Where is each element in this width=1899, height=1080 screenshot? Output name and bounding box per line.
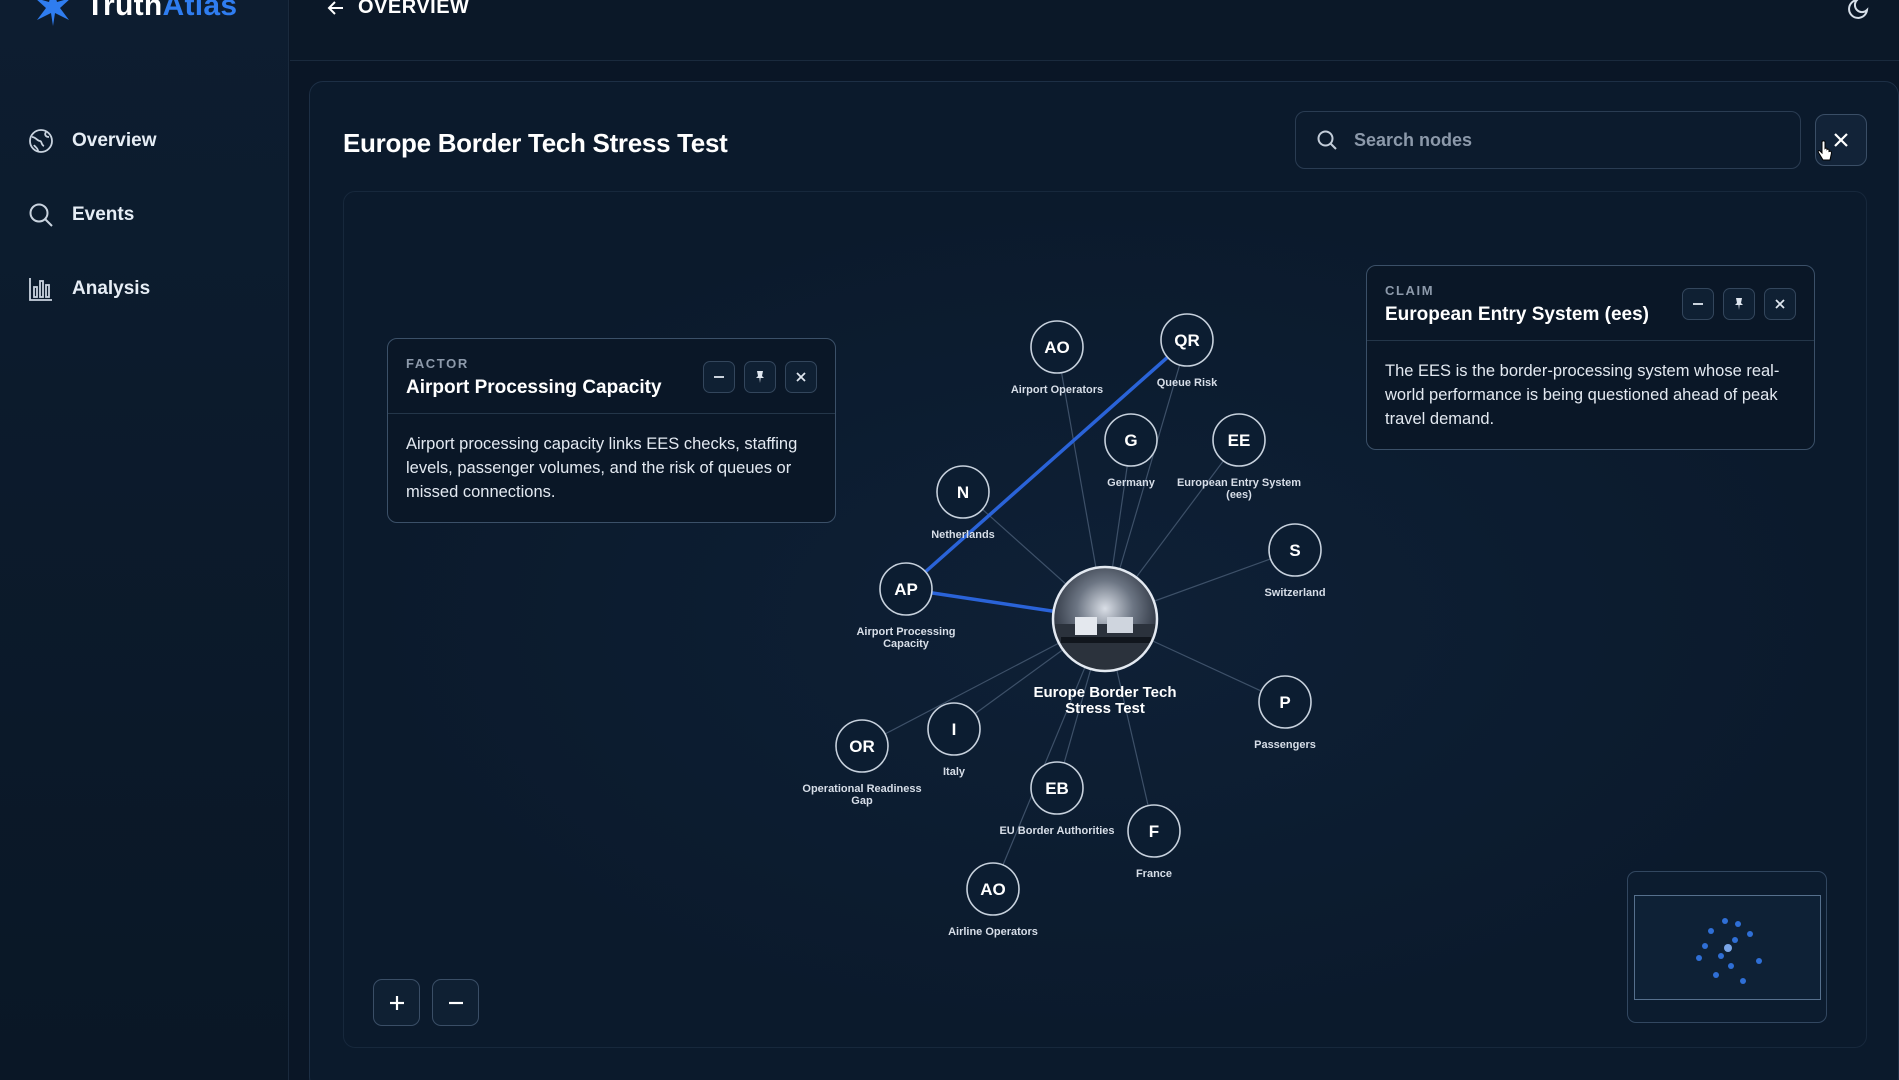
node-abbr: G [1124, 431, 1137, 450]
node-abbr: P [1279, 693, 1290, 712]
search-box[interactable] [1295, 111, 1801, 169]
graph-node-eb[interactable]: EB EU Border Authorities [999, 761, 1115, 837]
graph-node-p[interactable]: P Passengers [1254, 675, 1316, 751]
back-label: OVERVIEW [358, 0, 470, 18]
factor-card[interactable]: FACTOR Airport Processing Capacity Airpo… [387, 338, 836, 523]
node-label: European Entry System [1177, 477, 1301, 489]
atlas-logo-icon [37, 0, 69, 26]
plus-icon [389, 995, 404, 1010]
node-abbr: AO [980, 880, 1006, 899]
node-label: EU Border Authorities [999, 825, 1114, 837]
graph-node-ap[interactable]: AP Airport ProcessingCapacity [856, 562, 956, 650]
sidebar-item-label: Events [72, 204, 135, 225]
node-label: Passengers [1254, 739, 1316, 751]
close-card-button[interactable] [785, 361, 817, 393]
close-icon [1775, 299, 1785, 309]
graph-node-g[interactable]: G Germany [1104, 413, 1158, 489]
sidebar-nav: Overview Events Analysis [28, 104, 157, 326]
sidebar-item-analysis[interactable]: Analysis [28, 252, 157, 326]
minus-icon [1693, 303, 1703, 305]
node-abbr: AP [894, 580, 918, 599]
minimap-dots [1696, 918, 1762, 984]
brand-name: TruthAtlas [86, 0, 238, 22]
search-input[interactable] [1354, 129, 1754, 151]
minimize-button[interactable] [703, 361, 735, 393]
center-node-label: Europe Border Tech [1033, 684, 1176, 701]
graph-node-f[interactable]: F France [1127, 804, 1181, 880]
graph-node-or[interactable]: OR Operational ReadinessGap [802, 719, 922, 807]
node-abbr: OR [849, 737, 875, 756]
card-header: FACTOR Airport Processing Capacity [388, 339, 835, 414]
arrow-left-icon [327, 0, 343, 15]
minimap[interactable] [1627, 871, 1827, 1023]
card-header: CLAIM European Entry System (ees) [1367, 266, 1814, 341]
zoom-out-button[interactable] [432, 979, 479, 1026]
node-label: Operational Readiness [802, 783, 921, 795]
pin-button[interactable] [1723, 288, 1755, 320]
node-label-line2: (ees) [1226, 489, 1252, 501]
node-abbr: QR [1174, 331, 1200, 350]
card-body: The EES is the border-processing system … [1385, 362, 1780, 428]
node-label-line2: Capacity [883, 638, 930, 650]
node-label: Germany [1107, 477, 1156, 489]
center-node-photo [1054, 617, 1156, 670]
node-label: Airport Processing [856, 626, 955, 638]
pin-icon [756, 371, 764, 383]
pin-icon [1735, 298, 1743, 310]
graph-edge-highlight [904, 338, 1189, 591]
graph-node-i[interactable]: I Italy [927, 702, 981, 778]
bar-chart-icon [29, 278, 52, 301]
node-label: Italy [943, 766, 966, 778]
close-icon [1834, 133, 1848, 147]
center-node-label-line2: Stress Test [1065, 700, 1145, 717]
node-abbr: EB [1045, 779, 1069, 798]
graph-node-qr[interactable]: QR Queue Risk [1157, 313, 1218, 389]
brand-logo[interactable]: TruthAtlas [30, 0, 237, 26]
node-label-line2: Gap [851, 795, 873, 807]
node-abbr: N [957, 483, 969, 502]
node-label: Airline Operators [948, 926, 1038, 938]
search-icon [29, 203, 53, 227]
graph-node-n[interactable]: N Netherlands [931, 465, 995, 541]
graph-node-ee[interactable]: EE European Entry System(ees) [1177, 413, 1301, 501]
sidebar-item-overview[interactable]: Overview [28, 104, 157, 178]
close-card-button[interactable] [1764, 288, 1796, 320]
card-actions [703, 361, 817, 393]
sidebar: TruthAtlas Overview Events Analysis [0, 0, 289, 1080]
graph-node-ao2[interactable]: AO Airline Operators [948, 862, 1038, 938]
node-label: France [1136, 868, 1172, 880]
node-abbr: EE [1228, 431, 1251, 450]
minimize-button[interactable] [1682, 288, 1714, 320]
top-bar: OVERVIEW [290, 0, 1899, 61]
card-actions [1682, 288, 1796, 320]
minus-icon [448, 1001, 463, 1004]
card-body: Airport processing capacity links EES ch… [406, 435, 798, 501]
minimap-viewport[interactable] [1634, 895, 1821, 1000]
node-abbr: I [952, 720, 957, 739]
graph-node-ao1[interactable]: AO Airport Operators [1011, 320, 1103, 396]
node-abbr: AO [1044, 338, 1070, 357]
graph-node-s[interactable]: S Switzerland [1264, 523, 1326, 599]
page-title: Europe Border Tech Stress Test [343, 128, 728, 158]
close-icon [796, 372, 806, 382]
node-abbr: F [1149, 822, 1159, 841]
node-label: Switzerland [1264, 587, 1325, 599]
claim-card[interactable]: CLAIM European Entry System (ees) The EE… [1366, 265, 1815, 450]
pin-button[interactable] [744, 361, 776, 393]
node-label: Queue Risk [1157, 377, 1218, 389]
zoom-in-button[interactable] [373, 979, 420, 1026]
moon-icon[interactable] [1847, 0, 1871, 20]
sidebar-item-events[interactable]: Events [28, 178, 157, 252]
node-label: Netherlands [931, 529, 995, 541]
globe-icon [29, 129, 53, 153]
sidebar-item-label: Analysis [72, 278, 151, 299]
minus-icon [714, 376, 724, 378]
sidebar-item-label: Overview [72, 130, 157, 151]
mouse-cursor-icon [1817, 140, 1833, 161]
search-icon [1317, 130, 1337, 150]
node-label: Airport Operators [1011, 384, 1103, 396]
node-abbr: S [1289, 541, 1300, 560]
back-button[interactable]: OVERVIEW [326, 0, 469, 19]
